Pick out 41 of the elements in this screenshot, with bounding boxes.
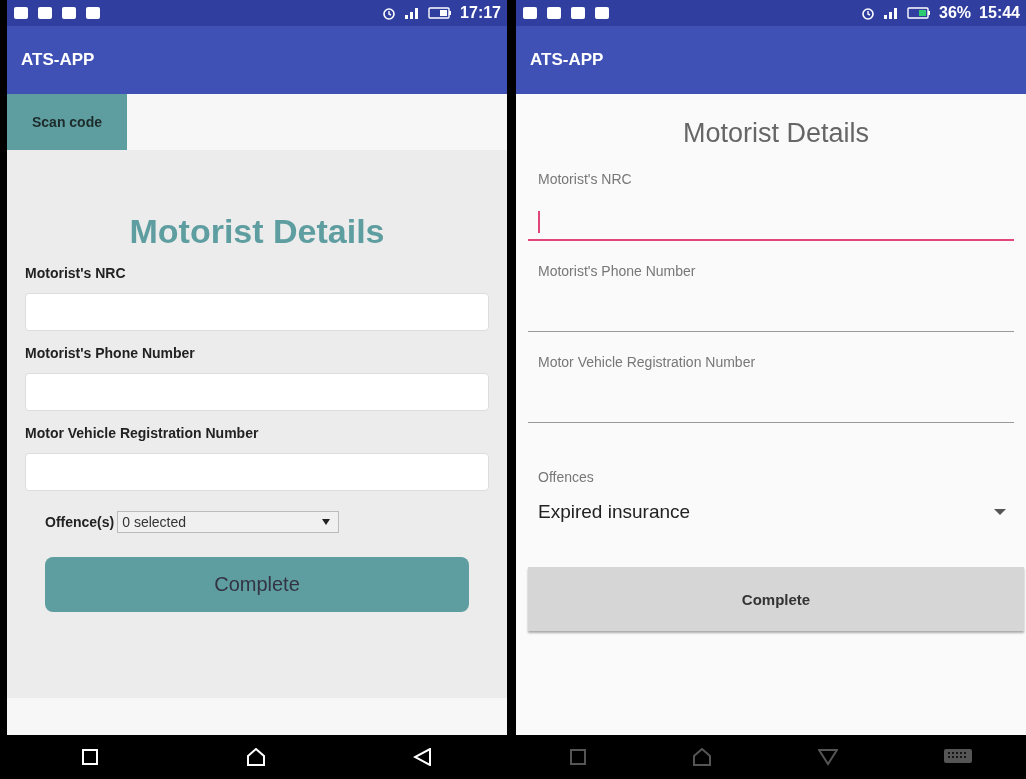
notification-icon (61, 6, 77, 20)
field-label: Motorist's Phone Number (25, 345, 196, 361)
offences-label: Offence(s) (45, 514, 115, 530)
notification-icon (594, 6, 610, 20)
complete-button[interactable]: Complete (45, 557, 469, 612)
input-field[interactable]: Motorist's NRC (528, 167, 1014, 241)
input-field[interactable] (25, 453, 489, 491)
dropdown-arrow-icon (994, 509, 1006, 515)
input-field[interactable]: Motor Vehicle Registration Number (528, 350, 1014, 423)
clock-time: 17:17 (460, 4, 501, 22)
alarm-clock-icon (861, 6, 876, 20)
keyboard-icon[interactable] (943, 748, 974, 766)
offences-dropdown[interactable]: Expired insurance (538, 501, 1006, 523)
app-title: ATS-APP (21, 50, 95, 70)
form-heading: Motorist Details (129, 212, 385, 251)
notification-icon (85, 6, 101, 20)
notification-icon (13, 6, 29, 20)
field-label: Motorist's NRC (25, 265, 127, 281)
notification-icon (522, 6, 538, 20)
input-field[interactable] (25, 373, 489, 411)
offences-label: Offences (538, 469, 595, 485)
battery-percent: 36% (939, 4, 972, 22)
input-field[interactable] (25, 293, 489, 331)
clock-time: 15:44 (979, 4, 1020, 22)
back-icon[interactable] (413, 748, 434, 766)
notification-icon (570, 6, 586, 20)
form-heading: Motorist Details (682, 118, 869, 149)
complete-button[interactable]: Complete (528, 567, 1024, 631)
scan-code-button[interactable]: Scan code (7, 94, 127, 150)
notification-icon (546, 6, 562, 20)
signal-icon (883, 7, 900, 19)
field-label: Motor Vehicle Registration Number (25, 425, 260, 441)
battery-icon (907, 7, 932, 19)
signal-icon (404, 7, 421, 19)
dropdown-arrow-icon (322, 519, 331, 525)
input-field[interactable]: Motorist's Phone Number (528, 259, 1014, 332)
alarm-clock-icon (382, 6, 397, 20)
notification-icon (37, 6, 53, 20)
app-title: ATS-APP (530, 50, 604, 70)
offences-dropdown[interactable]: 0 selected (117, 511, 340, 533)
battery-icon (428, 7, 453, 19)
